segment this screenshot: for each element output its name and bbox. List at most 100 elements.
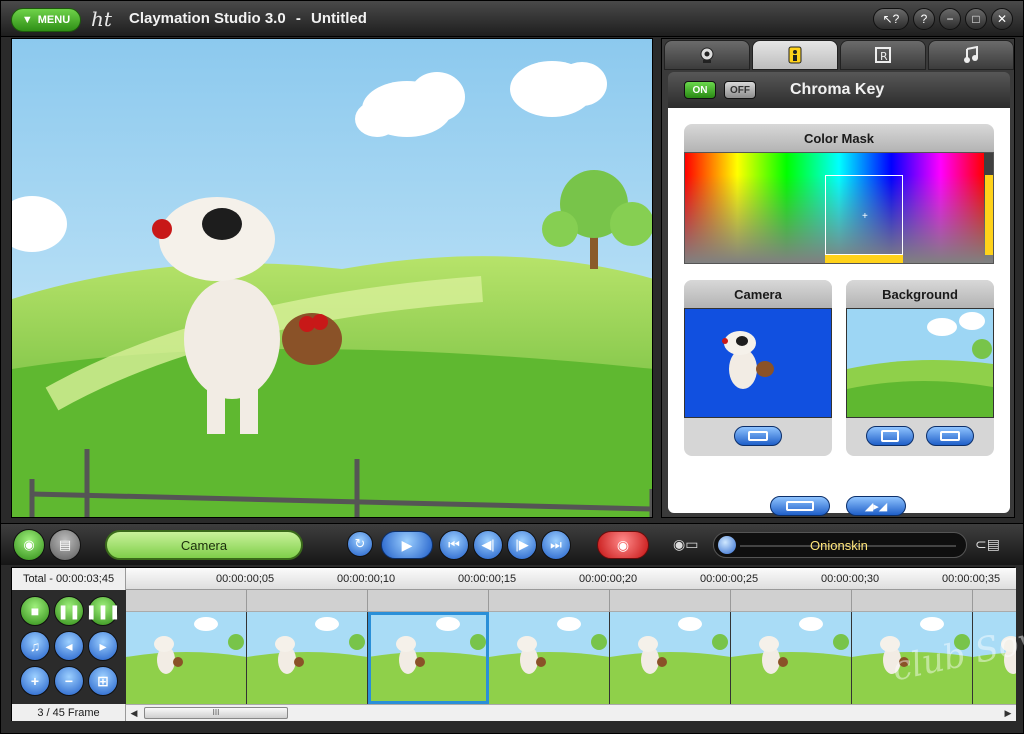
tick-label: 00:00:00;05 [216,573,275,585]
frame-r-icon: R [875,47,891,63]
minimize-icon: − [946,12,954,26]
tick-label: 00:00:00;10 [337,573,396,585]
delete-left-icon: ◂ [65,637,73,654]
tab-frame[interactable]: R [840,40,926,70]
mask-eraser-icon [786,501,814,511]
chroma-key-title: Chroma Key [790,81,885,98]
open-background-button[interactable] [866,426,914,446]
frame-thumbnail[interactable] [247,612,368,704]
document-name: Untitled [311,10,367,27]
window-title: Claymation Studio 3.0 - Untitled [129,10,367,27]
scroll-right-icon[interactable]: ▶ [1002,707,1014,719]
panel-tabs: R [664,40,1014,70]
next-frame-icon: |▶ [515,537,529,552]
chroma-off-button[interactable]: OFF [724,81,756,99]
settings-panel: R ON OFF Chroma Key Color Mask + Camera [661,38,1015,518]
tick-mark [730,590,731,612]
background-box: Background [846,280,994,456]
close-button[interactable]: ✕ [991,8,1013,30]
saturation-range-handle[interactable] [985,175,993,255]
context-help-button[interactable]: ↖? [873,8,909,30]
duplicate-icon: ▸ [99,637,107,654]
camera-mode-button[interactable]: ◉ [13,529,45,561]
chroma-on-button[interactable]: ON [684,81,716,99]
frame-thumbnail[interactable] [731,612,852,704]
menu-chevron-icon: ▼ [21,14,33,26]
duplicate-frame-button[interactable]: ▸ [88,631,118,661]
delete-frame-button[interactable]: ◂ [54,631,84,661]
maximize-button[interactable]: □ [965,8,987,30]
cow-thumbnail [722,331,774,389]
onionskin-camera-icon: ◉▭ [673,536,699,552]
filmstrip-mode-button[interactable]: ▤ [49,529,81,561]
camera-thumbnail [684,308,832,418]
frame-thumbnail[interactable] [610,612,731,704]
frame-thumbnail[interactable] [489,612,610,704]
multi-frame-button[interactable]: ❚❚❚ [85,596,121,626]
tab-audio[interactable] [928,40,1014,70]
background-box-header: Background [846,280,994,308]
menu-button[interactable]: ▼ MENU [11,8,81,32]
tab-chroma-key[interactable] [752,40,838,70]
first-frame-button[interactable]: ⏮ [439,530,469,560]
frame-thumbnail[interactable] [126,612,247,704]
folder-icon [881,430,899,442]
tick-label: 00:00:00;25 [700,573,759,585]
scroll-thumb[interactable]: III [144,707,288,719]
frame-image [489,612,609,704]
scroll-left-icon[interactable]: ◀ [128,707,140,719]
last-frame-button[interactable]: ⏭ [541,530,571,560]
meadow-thumbnail [847,309,993,417]
stop-icon: ■ [30,603,40,619]
replace-background-button[interactable]: ◢▸◢ [846,496,906,516]
camera-preview[interactable] [11,38,653,518]
apply-mask-button[interactable] [770,496,830,516]
tick-label: 00:00:00;35 [942,573,1001,585]
zoom-in-button[interactable]: + [20,666,50,696]
camera-snapshot-button[interactable] [734,426,782,446]
tick-mark [367,590,368,612]
maximize-icon: □ [972,12,980,26]
control-bar: ◉ ▤ Camera ↻ ▶ ⏮ ◀| |▶ ⏭ ◉ ◉▭ Onionskin … [1,523,1023,565]
context-help-icon: ↖? [882,12,900,26]
audio-track[interactable] [126,590,1016,612]
tick-mark [972,590,973,612]
title-separator: - [295,10,301,27]
onionskin-knob[interactable] [718,536,736,554]
capture-background-icon [940,431,960,441]
hue-range-handle[interactable] [825,255,903,263]
onionskin-slider[interactable]: Onionskin [713,532,967,558]
mask-selection-rect[interactable]: + [825,175,903,255]
camera-source-selector[interactable]: Camera [105,530,303,560]
loop-button[interactable]: ↻ [347,531,373,557]
background-thumbnail [846,308,994,418]
frame-thumbnail-selected[interactable] [368,612,489,704]
help-button[interactable]: ? [913,8,935,30]
add-audio-button[interactable]: ♫ [20,631,50,661]
color-mask-spectrum[interactable]: + [684,152,994,264]
tick-label: 00:00:00;20 [579,573,638,585]
tick-mark [851,590,852,612]
close-icon: ✕ [996,12,1008,26]
tab-camera[interactable] [664,40,750,70]
next-frame-button[interactable]: |▶ [507,530,537,560]
play-button[interactable]: ▶ [381,531,433,559]
minimize-button[interactable]: − [939,8,961,30]
tick-mark [246,590,247,612]
insert-frame-button[interactable]: ⊞ [88,666,118,696]
pause-button[interactable]: ❚❚ [54,596,84,626]
onionskin-filmstrip-icon: ⊂▤ [975,536,1000,552]
chroma-key-body: Color Mask + Camera Background ◢▸◢ [668,108,1010,516]
last-frame-icon: ⏭ [550,537,562,552]
background-snapshot-button[interactable] [926,426,974,446]
zoom-out-button[interactable]: − [54,666,84,696]
time-ruler[interactable]: 00:00:00;05 00:00:00;10 00:00:00;15 00:0… [126,568,1016,590]
capture-button[interactable]: ◉ [597,531,649,559]
swap-icon: ◢▸◢ [864,500,888,513]
stop-button[interactable]: ■ [20,596,50,626]
timeline-scrollbar[interactable]: ◀ III ▶ [126,704,1016,721]
color-mask-header: Color Mask [684,124,994,152]
previous-frame-button[interactable]: ◀| [473,530,503,560]
question-icon: ? [920,12,928,26]
plus-icon: + [30,673,40,689]
